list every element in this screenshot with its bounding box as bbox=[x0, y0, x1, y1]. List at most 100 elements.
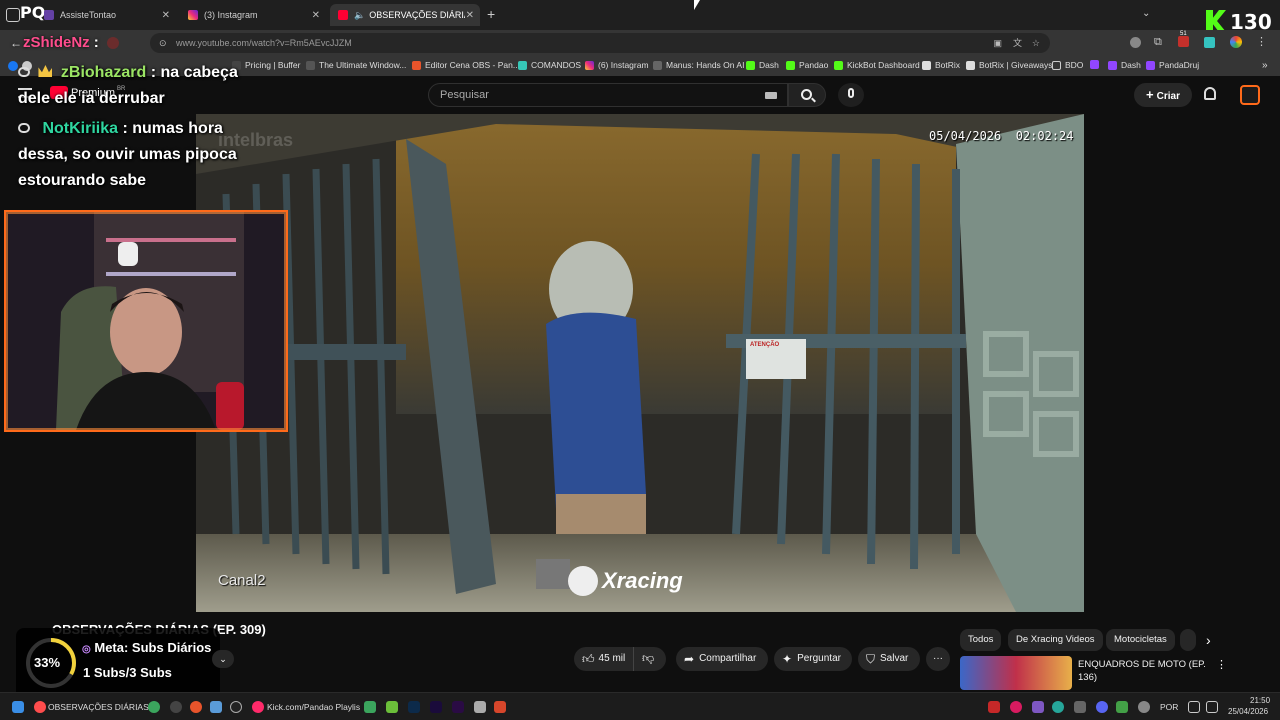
bookmark-item[interactable]: (6) Instagram bbox=[585, 60, 649, 70]
translate-icon[interactable]: 文 bbox=[1013, 33, 1022, 53]
save-button[interactable]: ⛉ Salvar bbox=[858, 647, 920, 671]
app-icon[interactable] bbox=[494, 701, 506, 713]
tab-instagram[interactable]: (3) Instagram ✕ bbox=[180, 4, 326, 26]
photoshop-icon[interactable] bbox=[408, 701, 420, 713]
dislike-button[interactable]: 👎︎ bbox=[634, 646, 654, 672]
extensions-area: ⧉ 51 ⋮ bbox=[1130, 31, 1270, 50]
new-tab-button[interactable]: + bbox=[487, 6, 495, 22]
puzzle-icon[interactable]: ⧉ bbox=[1154, 36, 1162, 49]
share-button[interactable]: ➦ Compartilhar bbox=[676, 647, 768, 671]
obs-icon[interactable] bbox=[230, 701, 242, 713]
taskbar-time[interactable]: 21:50 bbox=[1250, 696, 1270, 705]
taskbar-date[interactable]: 25/04/2026 bbox=[1228, 707, 1268, 716]
app-icon[interactable] bbox=[210, 701, 222, 713]
bookmark-label: Dash bbox=[759, 60, 779, 70]
suggested-video[interactable]: ENQUADROS DE MOTO (EP. 136) ⋮ bbox=[960, 656, 1227, 690]
bookmark-item[interactable]: BotRix | Giveaways bbox=[966, 60, 1053, 70]
suggested-title: ENQUADROS DE MOTO (EP. 136) bbox=[1078, 659, 1206, 683]
close-icon[interactable]: ✕ bbox=[312, 10, 320, 21]
network-icon[interactable] bbox=[1188, 701, 1200, 713]
discord-icon[interactable] bbox=[1096, 701, 1108, 713]
bookmark-item[interactable]: KickBot Dashboard bbox=[834, 60, 920, 70]
bookmark-item[interactable]: Pandao bbox=[786, 60, 828, 70]
bookmark-item[interactable] bbox=[1090, 60, 1103, 69]
bookmark-item[interactable]: The Ultimate Window... bbox=[306, 60, 406, 70]
tray-icon[interactable] bbox=[988, 701, 1000, 713]
tray-icon[interactable] bbox=[1032, 701, 1044, 713]
browser-taskbar-icon[interactable] bbox=[34, 701, 46, 713]
app-icon[interactable] bbox=[364, 701, 376, 713]
streamer-name: zShideNz bbox=[23, 34, 90, 51]
app-icon[interactable] bbox=[190, 701, 202, 713]
battery-icon[interactable] bbox=[1206, 701, 1218, 713]
suggested-more-icon[interactable]: ⋮ bbox=[1216, 658, 1227, 671]
premiere-icon[interactable] bbox=[452, 701, 464, 713]
tray-icon[interactable] bbox=[1052, 701, 1064, 713]
goal-title: Meta: Subs Diários bbox=[94, 640, 212, 655]
search-button[interactable] bbox=[788, 83, 826, 107]
bookmark-item[interactable]: BotRix bbox=[922, 60, 960, 70]
taskbar-item-label[interactable]: Kick.com/Pandao Playlis bbox=[267, 702, 360, 712]
kick-taskbar-icon[interactable] bbox=[252, 701, 264, 713]
more-actions-button[interactable]: ··· bbox=[926, 647, 950, 671]
voice-search-button[interactable] bbox=[838, 83, 864, 107]
extension-badge-icon[interactable] bbox=[1178, 36, 1189, 47]
app-icon[interactable] bbox=[386, 701, 398, 713]
subs-goal-overlay: 33% ◎ Meta: Subs Diários 1 Subs/3 Subs bbox=[16, 628, 220, 702]
share-icon: ➦ bbox=[684, 652, 695, 666]
tab-label: OBSERVAÇÕES DIÁRIAS (EP bbox=[369, 10, 465, 20]
bookmark-item[interactable]: Dash bbox=[1108, 60, 1141, 70]
bookmark-star-icon[interactable]: ☆ bbox=[1032, 33, 1040, 53]
app-icon[interactable] bbox=[474, 701, 486, 713]
language-indicator[interactable]: POR bbox=[1160, 702, 1178, 712]
close-icon[interactable]: ✕ bbox=[162, 10, 170, 21]
notifications-bell-icon[interactable] bbox=[1204, 87, 1216, 100]
browser-menu-icon[interactable] bbox=[6, 8, 20, 22]
tab-list-chevron-icon[interactable]: ⌄ bbox=[1142, 8, 1150, 19]
tray-icon[interactable] bbox=[1010, 701, 1022, 713]
account-avatar[interactable] bbox=[1240, 85, 1260, 105]
bookmark-item[interactable]: PandaDruj bbox=[1146, 60, 1199, 70]
close-icon[interactable]: ✕ bbox=[466, 10, 474, 21]
taskbar-item-label[interactable]: OBSERVAÇÕES DIÁRIAS bbox=[48, 702, 149, 712]
url-field[interactable]: ⊙ www.youtube.com/watch?v=Rm5AEvcJJZM ▣ … bbox=[150, 33, 1050, 53]
bookmark-label: COMANDOS bbox=[531, 60, 582, 70]
keyboard-icon[interactable] bbox=[765, 92, 777, 99]
chip-more[interactable] bbox=[1180, 629, 1196, 651]
chip-motorcycles[interactable]: Motocicletas bbox=[1106, 629, 1175, 651]
tab-assistetontao[interactable]: AssisteTontao ✕ bbox=[36, 4, 176, 26]
windows-start-icon[interactable] bbox=[12, 701, 24, 713]
goal-percent: 33% bbox=[34, 655, 61, 670]
subscribe-chevron-icon[interactable]: ⌄ bbox=[212, 650, 234, 668]
app-icon[interactable] bbox=[148, 701, 160, 713]
profile-avatar-icon[interactable] bbox=[1230, 36, 1242, 48]
chip-all[interactable]: Todos bbox=[960, 629, 1002, 651]
tab-youtube-video[interactable]: 🔈 OBSERVAÇÕES DIÁRIAS (EP ✕ bbox=[330, 4, 480, 26]
after-effects-icon[interactable] bbox=[430, 701, 442, 713]
tray-icon[interactable] bbox=[1074, 701, 1086, 713]
chips-next-icon[interactable]: › bbox=[1206, 632, 1211, 648]
tab-label: (3) Instagram bbox=[204, 10, 258, 20]
chip-xracing[interactable]: De Xracing Videos bbox=[1008, 629, 1103, 651]
video-player[interactable]: intelbras 05/04/2026 02:02:24 ATENÇÃO Ca… bbox=[196, 114, 1084, 612]
browser-menu-kebab-icon[interactable]: ⋮ bbox=[1256, 35, 1267, 48]
extension-icon[interactable] bbox=[1130, 37, 1141, 48]
like-button[interactable]: 👍︎ 45 mil bbox=[574, 647, 634, 671]
twitch-ext-icon[interactable] bbox=[1204, 37, 1215, 48]
helmet-icon bbox=[568, 566, 598, 596]
bookmark-item[interactable]: Editor Cena OBS - Pan... bbox=[412, 60, 520, 70]
microphone-icon[interactable] bbox=[1138, 701, 1150, 713]
install-app-icon[interactable]: ▣ bbox=[993, 33, 1002, 53]
chat-separator: : bbox=[146, 64, 161, 81]
bookmark-item[interactable]: COMANDOS bbox=[518, 60, 581, 70]
bookmark-item[interactable]: Manus: Hands On AI bbox=[653, 60, 744, 70]
bookmark-item[interactable]: Dash bbox=[746, 60, 779, 70]
bookmark-item[interactable]: BDO bbox=[1052, 60, 1083, 70]
search-input[interactable]: Pesquisar bbox=[428, 83, 788, 107]
site-info-icon[interactable]: ⊙ bbox=[159, 33, 167, 53]
ask-button[interactable]: ✦ Perguntar bbox=[774, 647, 852, 671]
tray-icon[interactable] bbox=[1116, 701, 1128, 713]
app-icon[interactable] bbox=[170, 701, 182, 713]
bookmarks-overflow-icon[interactable]: » bbox=[1262, 60, 1268, 71]
create-button[interactable]: + Criar bbox=[1134, 83, 1192, 107]
